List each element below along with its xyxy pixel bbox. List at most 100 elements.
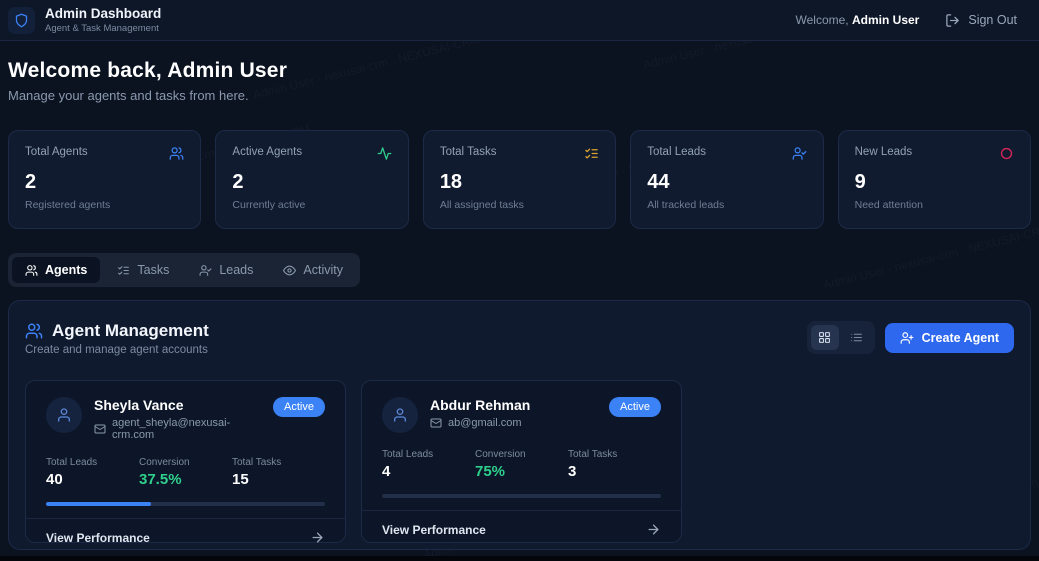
stat-sub: All tracked leads xyxy=(647,199,725,211)
agent-conversion-value: 75% xyxy=(475,463,506,480)
agent-stat-label: Total Tasks xyxy=(568,449,618,460)
activity-icon xyxy=(377,146,392,161)
stat-sub: All assigned tasks xyxy=(439,199,524,211)
stat-value: 9 xyxy=(854,171,866,193)
view-performance-button[interactable]: View Performance xyxy=(26,518,345,556)
create-agent-label: Create Agent xyxy=(921,330,999,345)
app-title: Admin Dashboard xyxy=(45,6,162,22)
agent-stat-label: Total Leads xyxy=(46,457,98,468)
stat-label: Total Leads xyxy=(647,146,707,158)
bottom-edge xyxy=(0,556,1039,561)
stat-label: New Leads xyxy=(854,146,913,158)
agent-stat-label: Conversion xyxy=(475,449,526,460)
avatar xyxy=(382,397,418,433)
section-title: Agent Management xyxy=(52,321,209,340)
user-icon xyxy=(392,407,408,423)
conversion-progress-bar xyxy=(46,502,325,506)
conversion-progress-fill xyxy=(46,502,151,506)
agent-stat-label: Total Leads xyxy=(382,449,434,460)
stat-card-total-leads: Total Leads 44 All tracked leads xyxy=(630,130,824,229)
stat-label: Total Agents xyxy=(25,146,88,158)
status-badge: Active xyxy=(609,397,661,417)
tab-agents[interactable]: Agents xyxy=(12,257,101,283)
agent-tasks-value: 15 xyxy=(232,471,249,488)
welcome-prefix: Welcome, xyxy=(795,13,849,27)
circle-icon xyxy=(999,146,1014,161)
stat-value: 44 xyxy=(647,171,670,193)
section-subtitle: Create and manage agent accounts xyxy=(25,344,208,356)
agent-conversion-value: 37.5% xyxy=(139,471,182,488)
stat-card-new-leads: New Leads 9 Need attention xyxy=(837,130,1032,229)
page-title: Welcome back, Admin User xyxy=(8,59,288,82)
users-icon xyxy=(169,146,184,161)
app-logo xyxy=(8,6,35,34)
user-icon xyxy=(56,407,72,423)
mail-icon xyxy=(430,417,442,429)
agent-tasks-value: 3 xyxy=(568,463,577,480)
list-icon xyxy=(850,331,863,344)
tab-label: Agents xyxy=(45,263,88,277)
stat-label: Total Tasks xyxy=(439,146,497,158)
create-agent-button[interactable]: Create Agent xyxy=(884,322,1014,353)
status-badge: Active xyxy=(273,397,325,417)
tab-label: Leads xyxy=(219,263,254,277)
stat-sub: Currently active xyxy=(232,199,306,211)
agent-stat-label: Conversion xyxy=(139,457,190,468)
agent-card: Sheyla Vance agent_sheyla@nexusai-crm.co… xyxy=(25,380,346,545)
user-check-icon xyxy=(792,146,807,161)
task-list-icon xyxy=(584,146,599,161)
sign-out-label: Sign Out xyxy=(968,13,1017,27)
stat-card-total-agents: Total Agents 2 Registered agents xyxy=(8,130,202,229)
avatar xyxy=(46,397,82,433)
view-performance-label: View Performance xyxy=(382,522,486,537)
task-list-icon xyxy=(117,264,130,277)
users-icon xyxy=(25,264,38,277)
stat-card-total-tasks: Total Tasks 18 All assigned tasks xyxy=(422,130,617,229)
app-subtitle: Agent & Task Management xyxy=(45,22,159,34)
list-view-button[interactable] xyxy=(843,325,871,350)
shield-icon xyxy=(14,13,29,28)
view-performance-button[interactable]: View Performance xyxy=(362,510,681,548)
header-welcome: Welcome, Admin User xyxy=(796,13,920,27)
arrow-right-icon xyxy=(646,522,661,537)
tab-label: Tasks xyxy=(137,263,170,277)
page-subtitle: Manage your agents and tasks from here. xyxy=(8,88,249,103)
tab-activity[interactable]: Activity xyxy=(270,257,356,283)
stat-label: Active Agents xyxy=(232,146,303,158)
users-icon xyxy=(25,322,43,340)
mail-icon xyxy=(94,423,106,435)
user-check-icon xyxy=(199,264,212,277)
grid-view-button[interactable] xyxy=(810,325,839,350)
agent-management-panel: Agent Management Create and manage agent… xyxy=(8,300,1031,550)
agent-email-text: agent_sheyla@nexusai-crm.com xyxy=(112,417,231,441)
view-toggle xyxy=(806,321,875,354)
stat-card-active-agents: Active Agents 2 Currently active xyxy=(215,130,409,229)
tab-label: Activity xyxy=(303,263,343,277)
stat-value: 2 xyxy=(25,171,37,193)
stat-value: 18 xyxy=(439,171,463,193)
conversion-progress-bar xyxy=(382,494,661,498)
agent-card: Abdur Rehman ab@gmail.com Active Total L… xyxy=(361,380,682,543)
stat-sub: Need attention xyxy=(854,199,923,211)
tab-leads[interactable]: Leads xyxy=(186,257,266,283)
tab-bar: Agents Tasks Leads Activity xyxy=(8,253,360,287)
sign-out-button[interactable]: Sign Out xyxy=(945,13,1017,28)
stats-row: Total Agents 2 Registered agents Active … xyxy=(8,130,1032,229)
agent-email-text: ab@gmail.com xyxy=(448,417,522,429)
stat-sub: Registered agents xyxy=(25,199,111,211)
stat-value: 2 xyxy=(232,171,244,193)
agents-grid: Sheyla Vance agent_sheyla@nexusai-crm.co… xyxy=(25,380,1014,545)
agent-stat-label: Total Tasks xyxy=(232,457,282,468)
arrow-right-icon xyxy=(310,530,325,545)
header-user-name: Admin User xyxy=(852,13,920,27)
eye-icon xyxy=(283,264,297,277)
tab-tasks[interactable]: Tasks xyxy=(104,257,182,283)
agent-name: Abdur Rehman xyxy=(430,397,531,413)
logout-icon xyxy=(945,13,960,28)
view-performance-label: View Performance xyxy=(46,530,150,545)
app-header: Admin Dashboard Agent & Task Management … xyxy=(0,0,1039,41)
agent-leads-value: 40 xyxy=(46,471,63,488)
agent-leads-value: 4 xyxy=(382,463,391,480)
grid-icon xyxy=(818,331,831,344)
agent-name: Sheyla Vance xyxy=(94,397,184,413)
